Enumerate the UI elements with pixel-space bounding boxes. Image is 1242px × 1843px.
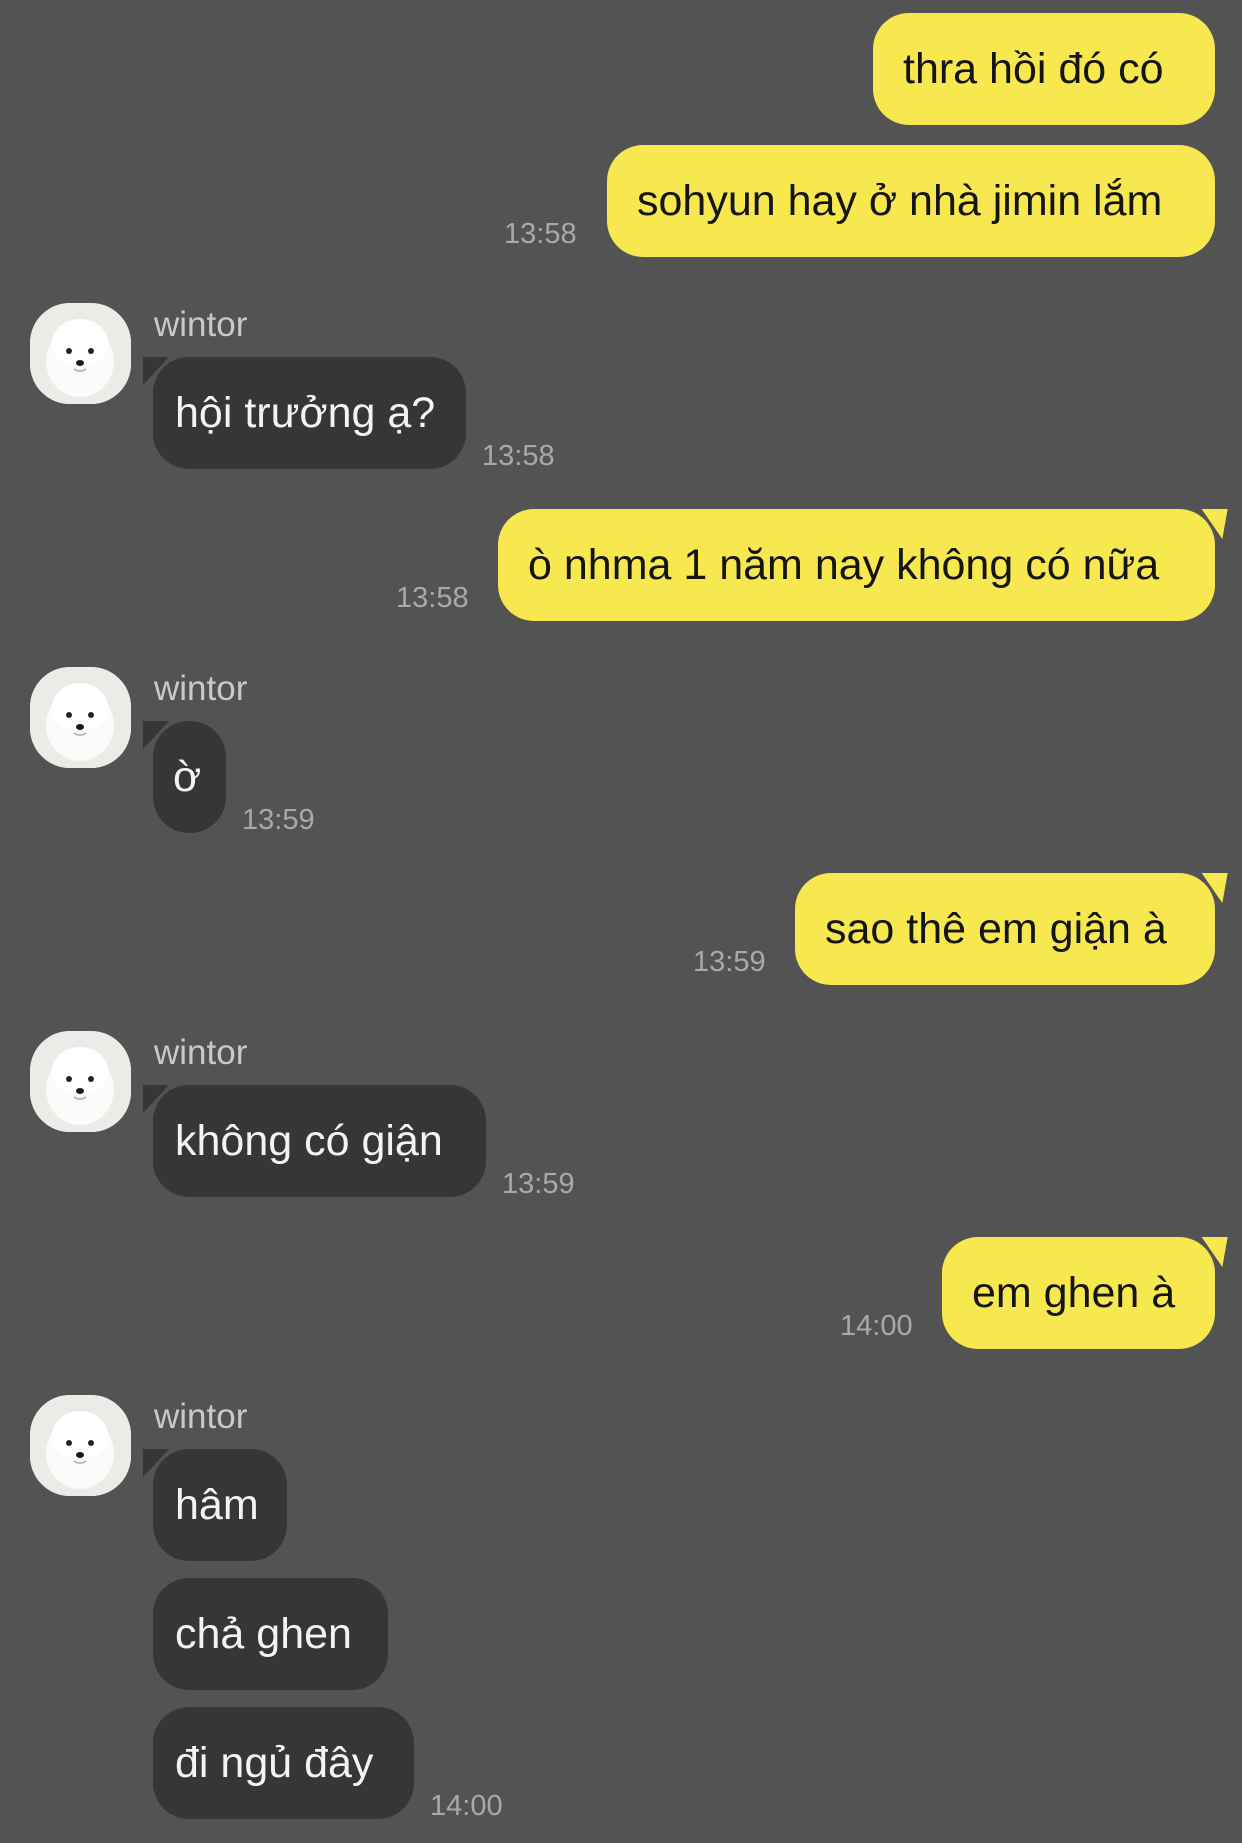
puppy-avatar-icon bbox=[30, 303, 131, 404]
message-bubble-incoming[interactable]: hội trưởng ạ? bbox=[143, 357, 466, 469]
message-text: sohyun hay ở nhà jimin lắm bbox=[637, 177, 1163, 225]
sender-name: wintor bbox=[154, 305, 248, 344]
message-text: em ghen à bbox=[972, 1269, 1176, 1317]
message-text: sao thê em giận à bbox=[825, 905, 1167, 953]
message-timestamp: 13:59 bbox=[242, 804, 315, 836]
message-bubble-incoming[interactable]: đi ngủ đây bbox=[153, 1707, 414, 1819]
message-bubble-outgoing[interactable]: sao thê em giận à bbox=[795, 873, 1215, 985]
message-bubble-outgoing[interactable]: thra hồi đó có bbox=[873, 13, 1215, 125]
puppy-avatar-icon bbox=[30, 667, 131, 768]
contact-avatar[interactable] bbox=[30, 1031, 131, 1132]
message-bubble-incoming[interactable]: ờ bbox=[143, 721, 226, 833]
puppy-avatar-icon bbox=[30, 1395, 131, 1496]
message-timestamp: 14:00 bbox=[430, 1790, 503, 1822]
message-timestamp: 13:58 bbox=[504, 218, 577, 250]
contact-avatar[interactable] bbox=[30, 1395, 131, 1496]
message-text: ờ bbox=[173, 753, 202, 801]
message-text: chả ghen bbox=[175, 1610, 352, 1658]
sender-name: wintor bbox=[154, 1397, 248, 1436]
message-timestamp: 13:59 bbox=[693, 946, 766, 978]
message-text: đi ngủ đây bbox=[175, 1739, 374, 1787]
message-bubble-incoming[interactable]: không có giận bbox=[143, 1085, 486, 1197]
sender-name: wintor bbox=[154, 669, 248, 708]
sender-name: wintor bbox=[154, 1033, 248, 1072]
contact-avatar[interactable] bbox=[30, 667, 131, 768]
message-timestamp: 13:58 bbox=[396, 582, 469, 614]
message-text: hội trưởng ạ? bbox=[175, 389, 436, 437]
message-bubble-outgoing[interactable]: ò nhma 1 năm nay không có nữa bbox=[498, 509, 1215, 621]
contact-avatar[interactable] bbox=[30, 303, 131, 404]
message-bubble-incoming[interactable]: hâm bbox=[143, 1449, 287, 1561]
message-bubble-incoming[interactable]: chả ghen bbox=[153, 1578, 388, 1690]
message-text: thra hồi đó có bbox=[903, 45, 1164, 93]
chat-message-list[interactable]: thra hồi đó có sohyun hay ở nhà jimin lắ… bbox=[0, 0, 1242, 1843]
message-bubble-outgoing[interactable]: em ghen à bbox=[942, 1237, 1215, 1349]
message-timestamp: 14:00 bbox=[840, 1310, 913, 1342]
message-timestamp: 13:58 bbox=[482, 440, 555, 472]
message-text: ò nhma 1 năm nay không có nữa bbox=[528, 541, 1160, 589]
message-bubble-outgoing[interactable]: sohyun hay ở nhà jimin lắm bbox=[607, 145, 1215, 257]
message-timestamp: 13:59 bbox=[502, 1168, 575, 1200]
message-text: hâm bbox=[175, 1481, 259, 1529]
message-text: không có giận bbox=[175, 1117, 443, 1165]
puppy-avatar-icon bbox=[30, 1031, 131, 1132]
